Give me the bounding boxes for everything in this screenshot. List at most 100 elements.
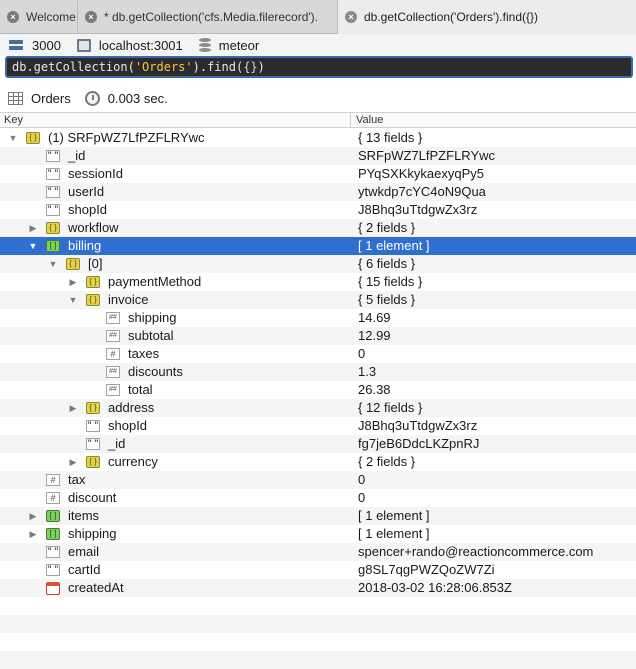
expand-triangle-icon[interactable]: ▶ bbox=[28, 219, 38, 237]
tab-welcome[interactable]: × Welcome bbox=[0, 0, 78, 34]
close-tab-icon[interactable]: × bbox=[7, 11, 19, 23]
row-value: 14.69 bbox=[358, 310, 391, 325]
tree-row[interactable]: " " shopId J8Bhq3uTtdgwZx3rz bbox=[0, 201, 636, 219]
collapse-triangle-icon[interactable]: ▼ bbox=[68, 291, 78, 309]
connection-bar: 3000 localhost:3001 meteor bbox=[0, 34, 636, 56]
tree-row[interactable]: " " shopId J8Bhq3uTtdgwZx3rz bbox=[0, 417, 636, 435]
row-value: [ 1 element ] bbox=[358, 526, 430, 541]
tree-row[interactable]: " " email spencer+rando@reactioncommerce.c… bbox=[0, 543, 636, 561]
string-icon: " " bbox=[46, 150, 60, 162]
tree-row[interactable]: " " cartId g8SL7qgPWZQoZW7Zi bbox=[0, 561, 636, 579]
tree-row[interactable]: ## total 26.38 bbox=[0, 381, 636, 399]
expand-triangle-icon[interactable]: ▶ bbox=[68, 273, 78, 291]
int32-icon: # bbox=[46, 492, 60, 504]
row-key: shopId bbox=[68, 202, 108, 217]
query-filter: {} bbox=[243, 60, 258, 74]
query-time: 0.003 sec. bbox=[107, 90, 168, 106]
empty-row bbox=[0, 597, 636, 615]
row-value: 1.3 bbox=[358, 364, 377, 379]
row-value: { 5 fields } bbox=[358, 292, 416, 307]
row-key: currency bbox=[108, 454, 158, 469]
string-icon: " " bbox=[46, 564, 60, 576]
row-key: paymentMethod bbox=[108, 274, 202, 289]
table-view-icon[interactable] bbox=[8, 91, 23, 105]
query-middle: ).find( bbox=[192, 60, 244, 74]
database-text: meteor bbox=[218, 37, 260, 53]
object-icon: { } bbox=[66, 258, 80, 270]
column-header-key[interactable]: Key bbox=[4, 114, 23, 126]
int32-icon: # bbox=[106, 348, 120, 360]
row-key: _id bbox=[108, 436, 126, 451]
tree-row[interactable]: ▼ { } [0] { 6 fields } bbox=[0, 255, 636, 273]
tree-row[interactable]: " " _id fg7jeB6DdcLKZpnRJ bbox=[0, 435, 636, 453]
string-icon: " " bbox=[46, 546, 60, 558]
tree-row[interactable]: " " userId ytwkdp7cYC4oN9Qua bbox=[0, 183, 636, 201]
double-icon: ## bbox=[106, 384, 120, 396]
connection-host[interactable]: localhost:3001 bbox=[76, 38, 191, 53]
row-value: { 15 fields } bbox=[358, 274, 423, 289]
result-tree: ▼ { } (1) SRFpWZ7LfPZFLRYwc { 13 fields } " … bbox=[0, 129, 636, 669]
column-header: Key Value bbox=[0, 112, 636, 128]
row-key: tax bbox=[68, 472, 86, 487]
row-key: discounts bbox=[128, 364, 183, 379]
tree-row[interactable]: ▶ { } address { 12 fields } bbox=[0, 399, 636, 417]
tree-row[interactable]: ▼ { } (1) SRFpWZ7LfPZFLRYwc { 13 fields } bbox=[0, 129, 636, 147]
tree-row[interactable]: # discount 0 bbox=[0, 489, 636, 507]
tree-row[interactable]: ▶ { } paymentMethod { 15 fields } bbox=[0, 273, 636, 291]
empty-row bbox=[0, 651, 636, 669]
tree-row[interactable]: ▶ { } currency { 2 fields } bbox=[0, 453, 636, 471]
row-key: shipping bbox=[68, 526, 117, 541]
close-tab-icon[interactable]: × bbox=[345, 11, 357, 23]
row-key: invoice bbox=[108, 292, 149, 307]
close-tab-icon[interactable]: × bbox=[85, 11, 97, 23]
tree-row[interactable]: ▼ [ ] billing [ 1 element ] bbox=[0, 237, 636, 255]
tree-row[interactable]: createdAt 2018-03-02 16:28:06.853Z bbox=[0, 579, 636, 597]
tree-row[interactable]: ## shipping 14.69 bbox=[0, 309, 636, 327]
object-icon: { } bbox=[46, 222, 60, 234]
double-icon: ## bbox=[106, 366, 120, 378]
collapse-triangle-icon[interactable]: ▼ bbox=[48, 255, 58, 273]
object-icon: { } bbox=[86, 456, 100, 468]
expand-triangle-icon[interactable]: ▶ bbox=[68, 399, 78, 417]
string-icon: " " bbox=[46, 204, 60, 216]
tree-row[interactable]: ▶ [ ] shipping [ 1 element ] bbox=[0, 525, 636, 543]
connection-database[interactable]: meteor bbox=[198, 37, 267, 53]
expand-triangle-icon[interactable]: ▶ bbox=[68, 453, 78, 471]
collapse-triangle-icon[interactable]: ▼ bbox=[28, 237, 38, 255]
row-key: createdAt bbox=[68, 580, 124, 595]
row-key: discount bbox=[68, 490, 117, 505]
row-key: (1) SRFpWZ7LfPZFLRYwc bbox=[48, 130, 205, 145]
string-icon: " " bbox=[46, 168, 60, 180]
collapse-triangle-icon[interactable]: ▼ bbox=[8, 129, 18, 147]
database-icon bbox=[198, 38, 211, 52]
tab-orders-query[interactable]: × db.getCollection('Orders').find({}) bbox=[338, 0, 636, 34]
query-editor[interactable]: db.getCollection('Orders').find({}) bbox=[5, 56, 633, 78]
column-header-value[interactable]: Value bbox=[356, 114, 383, 126]
tree-row[interactable]: " " sessionId PYqSXKkykaexyqPy5 bbox=[0, 165, 636, 183]
tab-label: Welcome bbox=[26, 10, 76, 24]
tree-row[interactable]: # tax 0 bbox=[0, 471, 636, 489]
row-key: email bbox=[68, 544, 100, 559]
row-value: { 2 fields } bbox=[358, 220, 416, 235]
row-value: spencer+rando@reactioncommerce.com bbox=[358, 544, 594, 559]
tree-row[interactable]: # taxes 0 bbox=[0, 345, 636, 363]
result-collection: Orders bbox=[31, 90, 71, 106]
tab-media-filerecord[interactable]: × * db.getCollection('cfs.Media.filereco… bbox=[78, 0, 338, 34]
row-value: ytwkdp7cYC4oN9Qua bbox=[358, 184, 486, 199]
tree-row[interactable]: ▶ [ ] items [ 1 element ] bbox=[0, 507, 636, 525]
tree-row[interactable]: ## discounts 1.3 bbox=[0, 363, 636, 381]
expand-triangle-icon[interactable]: ▶ bbox=[28, 507, 38, 525]
row-key: [0] bbox=[88, 256, 103, 271]
row-value: 2018-03-02 16:28:06.853Z bbox=[358, 580, 512, 595]
object-icon: { } bbox=[86, 402, 100, 414]
tree-row[interactable]: ▶ { } workflow { 2 fields } bbox=[0, 219, 636, 237]
string-icon: " " bbox=[86, 420, 100, 432]
row-key: _id bbox=[68, 148, 86, 163]
connection-port[interactable]: 3000 bbox=[8, 38, 69, 53]
tree-row[interactable]: " " _id SRFpWZ7LfPZFLRYwc bbox=[0, 147, 636, 165]
tree-row[interactable]: ## subtotal 12.99 bbox=[0, 327, 636, 345]
tree-row[interactable]: ▼ { } invoice { 5 fields } bbox=[0, 291, 636, 309]
query-suffix: ) bbox=[257, 60, 265, 74]
column-divider[interactable] bbox=[350, 113, 351, 127]
expand-triangle-icon[interactable]: ▶ bbox=[28, 525, 38, 543]
